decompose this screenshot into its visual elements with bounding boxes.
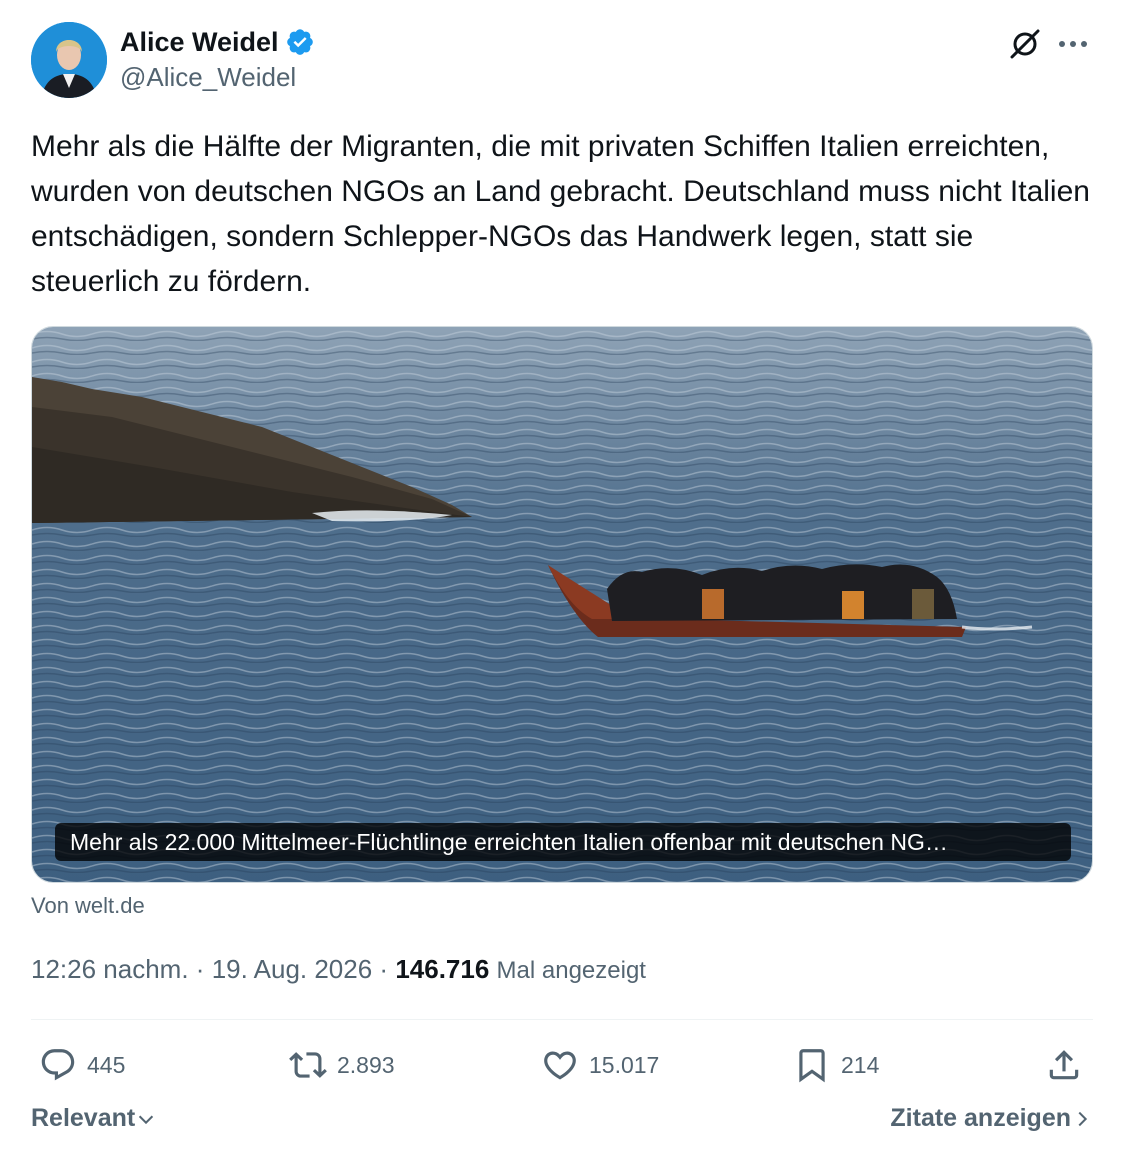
tweet-meta: 12:26 nachm. · 19. Aug. 2026 · 146.716 M…: [31, 954, 646, 985]
more-options-button[interactable]: [1053, 24, 1093, 64]
tweet-date[interactable]: 19. Aug. 2026: [212, 954, 372, 984]
meta-separator: ·: [195, 954, 205, 984]
grok-icon: [1010, 29, 1040, 59]
reply-count: 445: [87, 1051, 126, 1078]
meta-separator: ·: [379, 954, 389, 984]
author-name-row: Alice Weidel: [120, 26, 315, 58]
sort-label: Relevant: [31, 1104, 136, 1132]
share-button[interactable]: [1045, 1040, 1083, 1090]
sort-replies-dropdown[interactable]: Relevant: [31, 1104, 157, 1133]
repost-button[interactable]: 2.893: [289, 1040, 395, 1090]
reply-icon: [41, 1049, 75, 1081]
view-count-label: Mal angezeigt: [496, 957, 646, 984]
grok-button[interactable]: [1005, 24, 1045, 64]
verified-badge-icon[interactable]: [285, 27, 315, 57]
heart-icon: [544, 1051, 576, 1080]
bookmark-count: 214: [841, 1051, 880, 1078]
more-icon: [1059, 41, 1087, 47]
reply-footer: Relevant Zitate anzeigen: [31, 1104, 1093, 1144]
tweet-text: Mehr als die Hälfte der Migranten, die m…: [31, 130, 1090, 298]
view-quotes-link[interactable]: Zitate anzeigen: [890, 1104, 1093, 1133]
chevron-right-icon: [1078, 1111, 1088, 1126]
repost-count: 2.893: [337, 1051, 395, 1078]
link-card-source[interactable]: Von welt.de: [31, 893, 145, 919]
repost-icon: [289, 1052, 327, 1078]
author-display-name[interactable]: Alice Weidel: [120, 27, 279, 58]
avatar-image: [31, 22, 107, 98]
tweet-time[interactable]: 12:26 nachm.: [31, 954, 189, 984]
quotes-label: Zitate anzeigen: [890, 1104, 1071, 1132]
author-handle[interactable]: @Alice_Weidel: [120, 62, 296, 93]
link-card[interactable]: Mehr als 22.000 Mittelmeer-Flüchtlinge e…: [31, 326, 1093, 883]
avatar[interactable]: [31, 22, 107, 98]
like-count: 15.017: [589, 1051, 660, 1078]
tweet-header: Alice Weidel @Alice_Weidel: [31, 22, 1093, 100]
link-card-title: Mehr als 22.000 Mittelmeer-Flüchtlinge e…: [55, 823, 1071, 861]
divider: [31, 1019, 1093, 1020]
bookmark-icon: [799, 1049, 825, 1083]
link-card-image: [32, 327, 1092, 882]
share-icon: [1049, 1050, 1079, 1080]
like-button[interactable]: 15.017: [541, 1040, 659, 1090]
bookmark-button[interactable]: 214: [793, 1040, 879, 1090]
reply-button[interactable]: 445: [39, 1040, 125, 1090]
action-bar: 445 2.893 15.017 214: [31, 1040, 1093, 1090]
chevron-down-icon: [139, 1115, 154, 1124]
view-count: 146.716: [395, 954, 490, 984]
